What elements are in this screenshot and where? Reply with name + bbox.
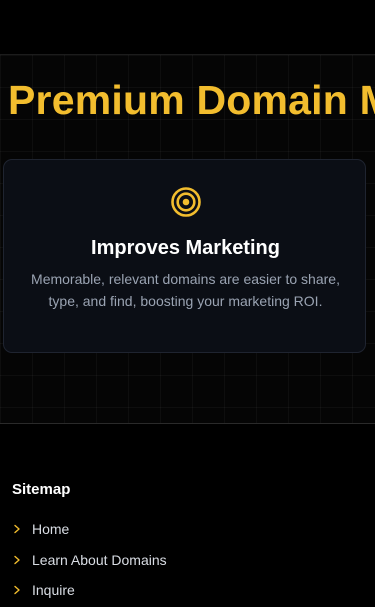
feature-card: Improves Marketing Memorable, relevant d… [3, 159, 366, 353]
hero-section: Premium Domain Marketplace Improves Mark… [0, 55, 375, 423]
sitemap-link-learn-about-domains[interactable]: Learn About Domains [32, 551, 167, 569]
feature-title: Improves Marketing [91, 237, 280, 259]
chevron-right-icon [14, 586, 20, 595]
sitemap-item-inquire[interactable]: Inquire [12, 575, 167, 606]
sitemap-heading: Sitemap [12, 481, 71, 498]
footer: Sitemap Home Learn About Domains Inquire [0, 424, 375, 607]
sitemap-link-home[interactable]: Home [32, 520, 69, 538]
chevron-right-icon [14, 525, 20, 534]
chevron-right-icon [14, 555, 20, 564]
target-icon [171, 187, 201, 217]
sitemap-item-home[interactable]: Home [12, 514, 167, 545]
feature-description: Memorable, relevant domains are easier t… [31, 271, 340, 309]
sitemap-list: Home Learn About Domains Inquire [12, 514, 167, 606]
sitemap-item-learn-about-domains[interactable]: Learn About Domains [12, 545, 167, 576]
sitemap-link-inquire[interactable]: Inquire [32, 581, 75, 599]
page: Premium Domain Marketplace Improves Mark… [0, 0, 375, 607]
hero-title: Premium Domain Marketplace [8, 77, 375, 123]
